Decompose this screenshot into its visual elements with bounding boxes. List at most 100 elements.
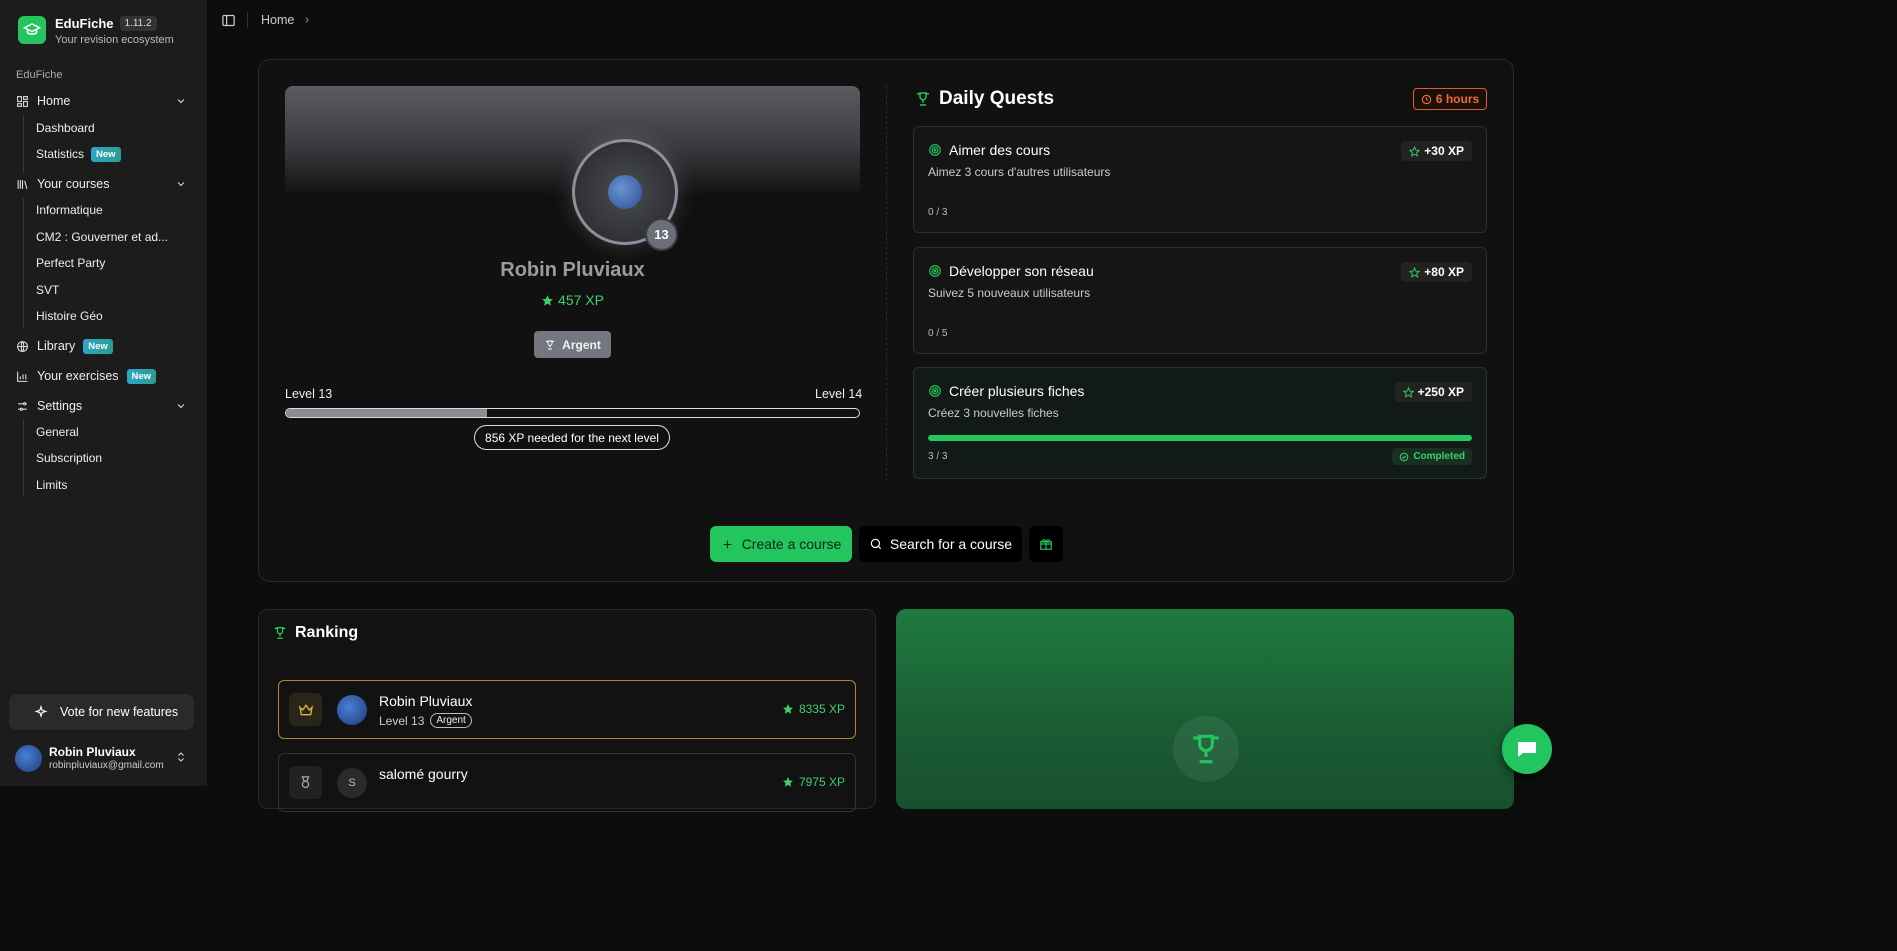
- trophy-icon: [917, 92, 929, 106]
- ranking-row[interactable]: Robin Pluviaux Level 13 Argent 8335 XP: [278, 680, 856, 739]
- medal-icon: [289, 766, 322, 799]
- search-course-button[interactable]: Search for a course: [859, 526, 1022, 562]
- chevron-down-icon[interactable]: [175, 178, 187, 190]
- quest-title: Créer plusieurs fiches: [949, 383, 1085, 399]
- chat-button[interactable]: [1502, 724, 1552, 774]
- sidebar-item-your-courses[interactable]: Your courses: [16, 173, 191, 195]
- quest-progress: 0 / 5: [928, 328, 948, 339]
- bar-chart-icon: [17, 371, 28, 382]
- rank-label: Argent: [562, 337, 601, 352]
- sidebar-item-course[interactable]: Histoire Géo: [36, 306, 103, 326]
- sidebar-item-subscription[interactable]: Subscription: [36, 448, 102, 468]
- xp-needed-pill: 856 XP needed for the next level: [474, 425, 670, 450]
- quest-card-completed: Créer plusieurs fiches Créez 3 nouvelles…: [913, 367, 1487, 479]
- star-icon: [542, 294, 553, 306]
- avatar: S: [337, 768, 367, 798]
- sparkles-icon: [34, 705, 48, 718]
- tree-line: [23, 420, 24, 496]
- star-outline-icon: [1409, 145, 1421, 157]
- new-badge: New: [83, 338, 113, 354]
- profile-name: Robin Pluviaux: [500, 259, 645, 281]
- star-icon: [782, 704, 793, 714]
- create-course-label: Create a course: [741, 536, 842, 552]
- level-progress-bar: [285, 408, 860, 418]
- ranking-user-level: Level 13: [379, 713, 425, 728]
- ranking-xp: 8335 XP: [782, 702, 845, 716]
- tree-line: [23, 116, 24, 172]
- sidebar-item-library[interactable]: Library New: [16, 335, 191, 357]
- user-email: robinpluviaux@gmail.com: [49, 760, 164, 771]
- user-name: Robin Pluviaux: [49, 745, 136, 759]
- sidebar-item-label: Statistics: [36, 147, 85, 161]
- sidebar-item-label: Limits: [36, 478, 68, 492]
- daily-quests-title-text: Daily Quests: [939, 88, 1055, 109]
- topbar-divider: [247, 12, 248, 28]
- sidebar-item-statistics[interactable]: Statistics New: [36, 144, 121, 164]
- quest-reward: +250 XP: [1417, 385, 1464, 399]
- sidebar-item-settings[interactable]: Settings: [16, 395, 191, 417]
- sidebar-item-label: Perfect Party: [36, 256, 106, 270]
- ranking-title-text: Ranking: [295, 624, 359, 641]
- crown-icon: [289, 693, 322, 726]
- ranking-xp-value: 8335 XP: [798, 702, 845, 716]
- chevron-down-icon[interactable]: [175, 400, 187, 412]
- sidebar-item-label: General: [36, 425, 79, 439]
- panel-left-icon: [222, 14, 235, 27]
- globe-icon: [17, 340, 28, 352]
- sidebar-item-label: Settings: [37, 399, 83, 413]
- user-menu[interactable]: Robin Pluviaux robinpluviaux@gmail.com: [15, 740, 195, 776]
- vote-features-button[interactable]: Vote for new features: [9, 694, 194, 730]
- sidebar-item-course[interactable]: Perfect Party: [36, 253, 105, 273]
- sidebar-item-label: Library: [37, 339, 76, 353]
- sidebar-item-course[interactable]: Informatique: [36, 200, 103, 220]
- sidebar-item-home[interactable]: Home: [16, 90, 191, 112]
- check-circle-icon: [1400, 452, 1409, 461]
- create-course-button[interactable]: Create a course: [710, 526, 852, 562]
- search-icon: [870, 538, 881, 550]
- profile-xp-value: 457 XP: [558, 292, 604, 308]
- sidebar-item-dashboard[interactable]: Dashboard: [36, 118, 95, 138]
- ranking-row[interactable]: S salomé gourry 7975 XP: [278, 753, 856, 812]
- brand[interactable]: EduFiche 1.11.2 Your revision ecosystem: [18, 16, 174, 46]
- new-badge: New: [126, 368, 157, 384]
- breadcrumb-home[interactable]: Home: [261, 13, 294, 27]
- completed-label: Completed: [1413, 451, 1465, 462]
- next-level-label: Level 14: [815, 387, 863, 401]
- gift-button[interactable]: [1029, 526, 1063, 562]
- breadcrumb: Home: [261, 13, 312, 27]
- target-icon: [929, 265, 941, 277]
- sidebar-item-label: SVT: [36, 283, 60, 297]
- quest-reward: +80 XP: [1424, 265, 1464, 279]
- section-divider: [886, 86, 887, 481]
- sidebar-item-course[interactable]: CM2 : Gouverner et ad...: [36, 227, 168, 247]
- profile-xp: 457 XP: [285, 292, 860, 308]
- quest-progress: 3 / 3: [928, 451, 948, 462]
- sidebar-item-course[interactable]: SVT: [36, 280, 59, 300]
- sidebar-toggle-button[interactable]: [221, 13, 237, 29]
- ranking-title: Ranking: [272, 624, 358, 642]
- rank-badge: Argent: [534, 331, 611, 358]
- vote-features-label: Vote for new features: [60, 705, 179, 719]
- quest-timer-text: 6 hours: [1435, 92, 1480, 106]
- quest-progress: 0 / 3: [928, 207, 948, 218]
- quest-title: Aimer des cours: [949, 142, 1051, 158]
- current-level-label: Level 13: [285, 387, 333, 401]
- search-course-label: Search for a course: [889, 536, 1013, 552]
- level-progress-fill: [286, 409, 487, 417]
- target-icon: [929, 385, 941, 397]
- ranking-user-name: Robin Pluviaux: [379, 693, 473, 709]
- gift-icon: [1040, 539, 1052, 550]
- ranking-xp-value: 7975 XP: [798, 775, 845, 789]
- chevron-down-icon[interactable]: [175, 95, 187, 107]
- quest-description: Aimez 3 cours d'autres utilisateurs: [928, 165, 1111, 179]
- sidebar-item-general[interactable]: General: [36, 422, 79, 442]
- level-badge: 13: [645, 218, 678, 251]
- sidebar-item-label: Your courses: [37, 177, 110, 191]
- quest-card: Aimer des cours Aimez 3 cours d'autres u…: [913, 126, 1487, 233]
- completed-badge: Completed: [1392, 448, 1472, 465]
- quest-reward-badge: +30 XP: [1401, 141, 1472, 161]
- sidebar-item-limits[interactable]: Limits: [36, 475, 67, 495]
- star-icon: [782, 777, 793, 787]
- sidebar-item-your-exercises[interactable]: Your exercises New: [16, 365, 191, 387]
- quest-progress-bar: [928, 435, 1472, 441]
